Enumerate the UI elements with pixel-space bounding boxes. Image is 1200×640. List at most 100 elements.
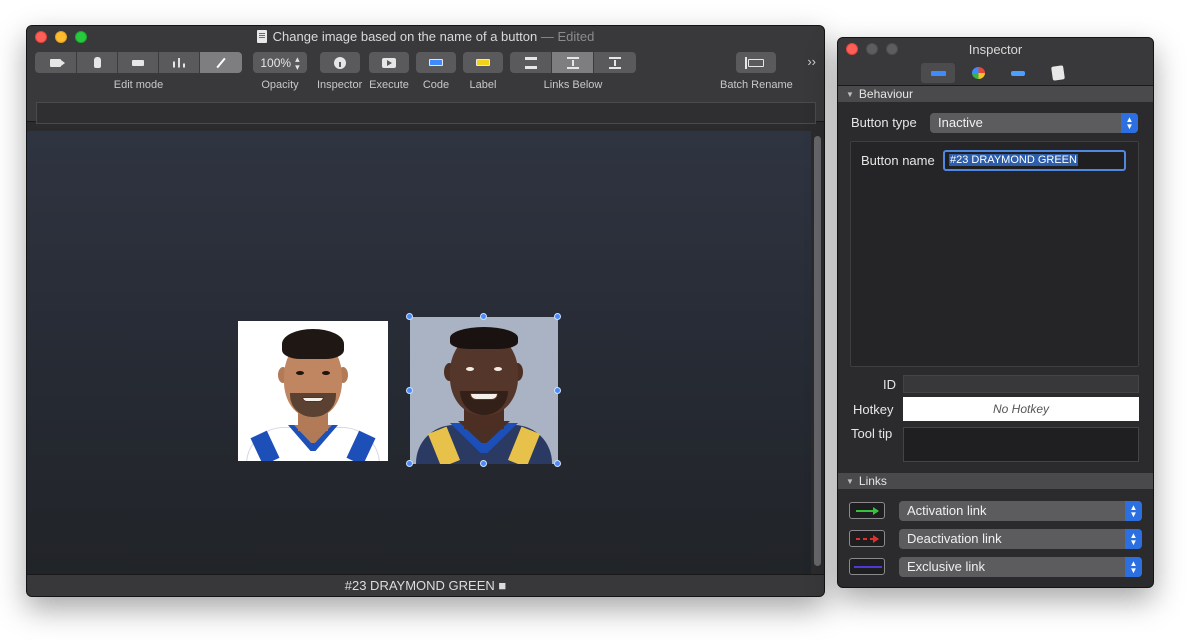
inspector-title: Inspector [968,42,1023,57]
hotkey-field[interactable]: No Hotkey [903,397,1139,421]
execute-button[interactable] [369,52,409,73]
document-icon [256,30,267,43]
edit-mode-chart-button[interactable] [159,52,200,73]
resize-handle-bottom-right[interactable] [554,460,561,467]
palette-tab-icon [971,67,985,79]
popup-arrows-icon: ▲ ▼ [1125,501,1142,521]
edit-mode-segmented-control [35,52,242,73]
button-name-value: #23 DRAYMOND GREEN [949,154,1078,166]
video-camera-icon [50,58,65,67]
disclosure-triangle-icon: ▼ [846,90,854,99]
activation-link-select[interactable]: Activation link ▲ ▼ [899,501,1142,521]
links-below-segmented-control [510,52,636,73]
links-section-header[interactable]: ▼ Links [838,473,1153,489]
opacity-label: Opacity [261,79,299,91]
inspector-window: Inspector ▼ Behaviour Button type Inactiv… [837,37,1154,588]
exclusive-link-select[interactable]: Exclusive link ▲ ▼ [899,557,1142,577]
edit-mode-button-button[interactable] [118,52,159,73]
code-icon [429,59,443,66]
activation-link-label: Activation link [907,503,987,518]
link-layer-bottom-icon [609,56,621,69]
pencil-icon [216,57,226,68]
edit-mode-video-button[interactable] [35,52,77,73]
status-bar: #23 DRAYMOND GREEN ■ [27,574,824,596]
exclusive-link-swatch[interactable] [849,558,885,575]
resize-handle-top-right[interactable] [554,313,561,320]
resize-handle-top[interactable] [480,313,487,320]
batch-rename-button[interactable] [736,52,777,73]
button-type-label: Button type [851,115,917,130]
resize-handle-bottom-left[interactable] [406,460,413,467]
button-type-value: Inactive [938,115,983,130]
tab-button[interactable] [921,63,955,83]
resize-handle-top-left[interactable] [406,313,413,320]
player-portrait-2[interactable] [410,317,558,464]
deactivation-link-select[interactable]: Deactivation link ▲ ▼ [899,529,1142,549]
disclosure-triangle-icon: ▼ [846,477,854,486]
tooltip-label: Tool tip [851,426,893,441]
id-label: ID [883,377,896,392]
label-group: Label [463,52,503,91]
execute-group: Execute [369,52,409,91]
behaviour-section-label: Behaviour [858,87,913,101]
eye-left [296,371,304,375]
popup-arrows-icon: ▲ ▼ [1121,113,1138,133]
tab-id[interactable] [1001,63,1035,83]
scrollbar-thumb[interactable] [814,136,821,566]
code-label: Code [422,79,450,91]
edited-indicator: — Edited [540,29,595,44]
code-group: Code [416,52,456,91]
popup-arrows-icon: ▲ ▼ [1125,529,1142,549]
rename-icon [745,56,765,69]
document-title: Change image based on the name of a butt… [272,29,538,44]
id-tab-icon [1011,70,1025,76]
main-window: Change image based on the name of a butt… [26,25,825,597]
edit-mode-pencil-button[interactable] [200,52,242,73]
exclusive-link-line [854,566,882,568]
link-layer-middle-icon [566,56,579,69]
play-icon [382,57,396,68]
links-below-middle-button[interactable] [552,52,594,73]
button-name-input[interactable]: #23 DRAYMOND GREEN [943,150,1126,171]
resize-handle-left[interactable] [406,387,413,394]
batch-rename-label: Batch Rename [720,79,793,91]
tab-script[interactable] [1041,63,1075,83]
resize-handle-right[interactable] [554,387,561,394]
edit-mode-group: Edit mode [35,52,242,91]
opacity-stepper[interactable]: 100% ▴ ▾ [253,52,307,73]
canvas[interactable] [27,131,813,575]
links-section-label: Links [858,474,887,488]
label-icon [476,59,490,66]
links-below-bottom-button[interactable] [594,52,636,73]
deactivation-link-swatch[interactable] [849,530,885,547]
button-type-select[interactable]: Inactive ▲ ▼ [930,113,1138,133]
arrow-right-icon [873,535,879,543]
hotkey-label: Hotkey [853,402,894,417]
tooltip-field[interactable] [903,427,1139,462]
toolbar-overflow-button[interactable]: ›› [807,54,816,69]
edit-mode-label: Edit mode [113,79,164,91]
tab-palette[interactable] [961,63,995,83]
activation-link-swatch[interactable] [849,502,885,519]
execute-label: Execute [369,79,409,91]
id-field[interactable] [903,375,1139,393]
inspector-button[interactable] [319,52,360,73]
status-text: #23 DRAYMOND GREEN ■ [344,578,507,593]
hair [282,329,344,359]
arrow-right-icon [873,507,879,515]
label-button[interactable] [463,52,503,73]
label-label: Label [469,79,497,91]
edit-mode-pointer-button[interactable] [77,52,118,73]
smile [470,393,498,400]
window-title: Change image based on the name of a butt… [27,29,824,45]
links-below-top-button[interactable] [510,52,552,73]
bar-chart-icon [173,57,185,68]
code-button[interactable] [416,52,456,73]
eye-right [494,367,502,371]
hair [450,327,518,349]
hotkey-value: No Hotkey [992,402,1050,416]
behaviour-section-header[interactable]: ▼ Behaviour [838,86,1153,102]
player-portrait-1[interactable] [238,321,388,461]
popup-arrows-icon: ▲ ▼ [1125,557,1142,577]
resize-handle-bottom[interactable] [480,460,487,467]
